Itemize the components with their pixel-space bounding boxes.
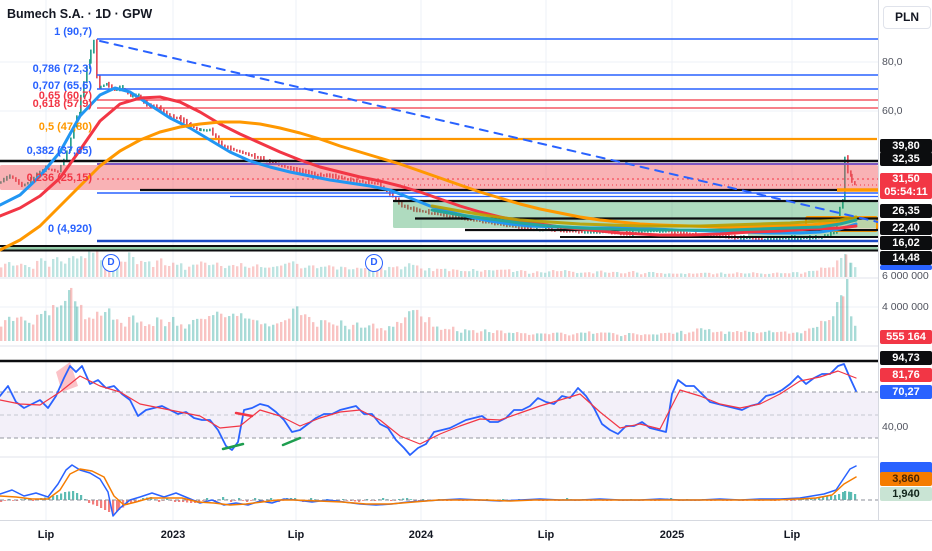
fib-level-label: 0,382 (37,65)	[26, 145, 92, 157]
level-price-badge: 32,35	[880, 152, 932, 166]
level-price-badge: 16,02	[880, 236, 932, 250]
level-price-badge: 555 164	[880, 330, 932, 344]
badge-value: 31,50	[892, 173, 920, 185]
badge-value: 32,35	[892, 153, 920, 165]
badge-value: 555 164	[886, 331, 926, 343]
level-price-badge: 26,35	[880, 204, 932, 218]
last-price-badge: 31,50 05:54:11	[880, 173, 932, 199]
fib-level-label: 0,5 (47,80)	[38, 121, 92, 133]
badge-value: 14,48	[892, 252, 920, 264]
level-price-badge: 1,940	[880, 487, 932, 501]
price-chart-canvas[interactable]	[0, 0, 932, 550]
level-price-badge: 14,48	[880, 251, 932, 265]
price-axis-label: 40,00	[882, 421, 909, 433]
level-price-badge: 70,27	[880, 385, 932, 399]
time-axis[interactable]: Lip 2023 Lip 2024 Lip 2025 Lip	[0, 520, 932, 551]
level-price-badge: 94,73	[880, 351, 932, 365]
symbol-title[interactable]: Bumech S.A. · 1D · GPW	[7, 7, 152, 21]
chart-area[interactable]: Bumech S.A. · 1D · GPW 1 (90,7) 0,786 (72…	[0, 0, 932, 550]
time-axis-label: Lip	[537, 529, 555, 541]
badge-value: 16,02	[892, 237, 920, 249]
badge-value: 70,27	[892, 386, 920, 398]
price-axis[interactable]: PLN 80,0 60,0 6 000 000 4 000 000 40,00 39,80…	[878, 0, 932, 520]
price-axis-label: 60,0	[882, 105, 903, 117]
level-price-badge: 3,860	[880, 472, 932, 486]
time-axis-label: Lip	[37, 529, 55, 541]
time-axis-label: Lip	[783, 529, 801, 541]
fib-level-label: 0,236 (25,15)	[26, 172, 92, 184]
level-price-badge	[880, 264, 932, 270]
price-axis-label: 4 000 000	[882, 301, 929, 313]
level-price-badge: 81,76	[880, 368, 932, 382]
badge-value: 22,40	[892, 222, 920, 234]
time-axis-label: Lip	[287, 529, 305, 541]
badge-value: 26,35	[892, 205, 920, 217]
price-axis-label: 80,0	[882, 56, 903, 68]
level-price-badge: 22,40	[880, 221, 932, 235]
fib-level-label: 0,786 (72,3)	[32, 63, 92, 75]
price-axis-label: 6 000 000	[882, 270, 929, 282]
level-price-badge: 39,80	[880, 139, 932, 153]
fib-level-label: 0,618 (57,9)	[32, 98, 92, 110]
time-axis-label: 2023	[160, 529, 186, 541]
fib-level-label: 1 (90,7)	[54, 26, 92, 38]
badge-value: 1,940	[892, 488, 920, 500]
fib-level-label: 0 (4,920)	[47, 223, 92, 235]
countdown-timer: 05:54:11	[884, 186, 928, 198]
badge-value: 94,73	[892, 352, 920, 364]
currency-button[interactable]: PLN	[883, 6, 931, 29]
badge-value: 81,76	[892, 369, 920, 381]
badge-value: 3,860	[892, 473, 920, 485]
dividend-marker[interactable]: D	[365, 254, 383, 272]
time-axis-label: 2024	[408, 529, 434, 541]
dividend-marker[interactable]: D	[102, 254, 120, 272]
time-axis-label: 2025	[659, 529, 685, 541]
badge-value: 39,80	[892, 140, 920, 152]
